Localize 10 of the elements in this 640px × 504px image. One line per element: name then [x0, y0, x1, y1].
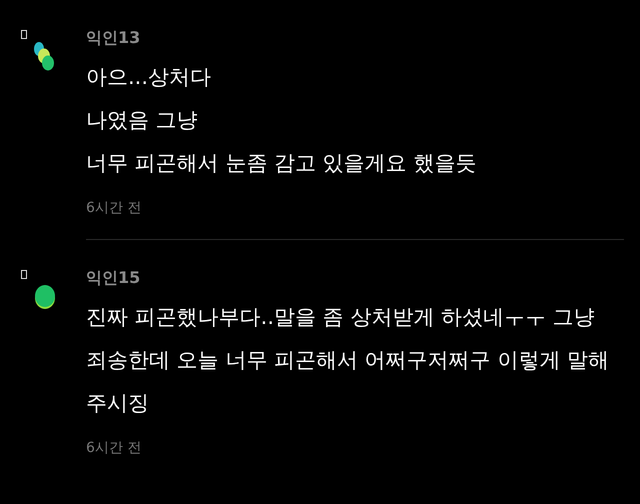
author-name: 익인13 — [86, 27, 142, 49]
author-name: 익인15 — [86, 267, 142, 289]
comment-text: 나였음 그냥 — [86, 107, 199, 134]
timestamp: 6시간 전 — [86, 439, 142, 457]
timestamp: 6시간 전 — [86, 199, 142, 217]
comment-text: 아으...상처다 — [86, 64, 212, 91]
comment-text: 너무 피곤해서 눈좀 감고 있을게요 했을듯 — [86, 150, 478, 177]
marker-icon — [21, 30, 27, 39]
marker-icon — [21, 270, 27, 279]
comment-text: 진짜 피곤했나부다..말을 좀 상처받게 하셨네ㅜㅜ 그냥 죄송한데 오늘 너무 피곤해서 어쩌구저쩌구 이렇게 말해 주시징 — [86, 304, 610, 417]
